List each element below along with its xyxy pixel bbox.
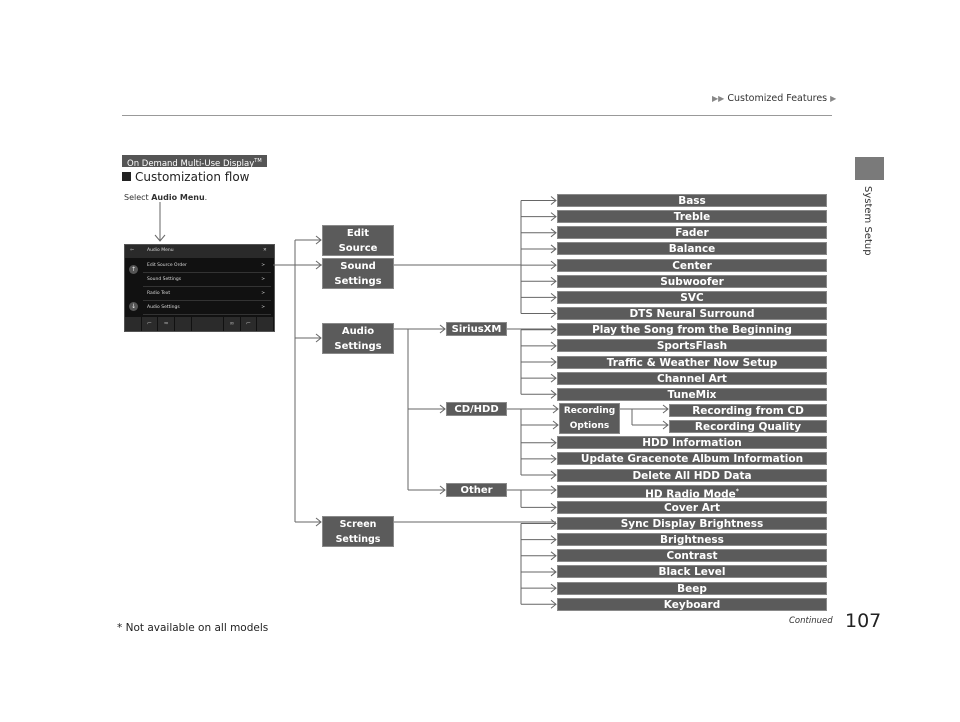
leaf-sound-item: Subwoofer (557, 274, 827, 288)
box-label: Other (460, 485, 493, 496)
box-siriusxm: SiriusXM (446, 322, 507, 336)
leaf-label: Subwoofer (660, 275, 724, 288)
leaf-screen-item: Sync Display Brightness (557, 517, 827, 530)
leaf-siriusxm-item: Traffic & Weather Now Setup (557, 355, 827, 369)
leaf-label: Traffic & Weather Now Setup (606, 356, 778, 369)
leaf-cdhdd-item: HDD Information (557, 436, 827, 450)
leaf-sound-item: DTS Neural Surround (557, 307, 827, 321)
leaf-label: Brightness (660, 534, 724, 547)
leaf-siriusxm-item: Play the Song from the Beginning (557, 323, 827, 337)
leaf-label: Contrast (666, 550, 718, 563)
leaf-screen-item: Brightness (557, 533, 827, 547)
leaf-label: Update Gracenote Album Information (580, 453, 804, 466)
leaf-siriusxm-item: Channel Art (557, 371, 827, 385)
leaf-screen-item: Black Level (557, 565, 827, 579)
leaf-screen-item: Contrast (557, 549, 827, 563)
box-label: CD/HDD (454, 404, 499, 415)
leaf-recording-item: Recording from CD (669, 403, 827, 417)
box-screen-settings: Screen Settings (322, 516, 394, 547)
leaf-label: SportsFlash (656, 340, 728, 353)
leaf-label: Black Level (658, 566, 726, 579)
leaf-cdhdd-item: Delete All HDD Data (557, 468, 827, 482)
leaf-label: HDD Information (642, 437, 742, 450)
leaf-label: Recording from CD (692, 404, 804, 417)
continued-label: Continued (789, 616, 833, 626)
leaf-cdhdd-item: Update Gracenote Album Information (557, 452, 827, 466)
box-label: Audio Settings (334, 326, 382, 352)
leaf-screen-item: Keyboard (557, 597, 827, 611)
box-label: Recording Options (563, 406, 616, 431)
box-sound-settings: Sound Settings (322, 258, 394, 289)
leaf-other-item: Cover Art (557, 500, 827, 514)
leaf-label: Recording Quality (694, 421, 802, 434)
leaf-label: HD Radio Mode (645, 488, 736, 501)
leaf-label: Treble (673, 211, 711, 224)
leaf-siriusxm-item: SportsFlash (557, 339, 827, 353)
leaf-sound-item: Center (557, 258, 827, 272)
leaf-label: Delete All HDD Data (632, 469, 752, 482)
leaf-siriusxm-item: TuneMix (557, 387, 827, 401)
leaf-label: Sync Display Brightness (620, 518, 764, 530)
leaf-label: Keyboard (663, 598, 721, 611)
footnote-mark: * (735, 487, 739, 495)
box-recording-options: Recording Options (559, 403, 620, 434)
leaf-label: Channel Art (657, 372, 727, 385)
leaf-label: TuneMix (667, 388, 717, 401)
leaf-label: Balance (668, 243, 716, 256)
box-audio-settings: Audio Settings (322, 323, 394, 354)
leaf-label: Play the Song from the Beginning (592, 324, 792, 337)
leaf-label: DTS Neural Surround (629, 308, 755, 321)
leaf-screen-item: Beep (557, 581, 827, 595)
leaf-sound-item: Treble (557, 210, 827, 224)
box-other: Other (446, 483, 507, 497)
box-edit-source-order: Edit Source Order (322, 225, 394, 269)
leaf-label: Cover Art (663, 501, 721, 514)
box-label: SiriusXM (451, 324, 502, 335)
leaf-label: Center (672, 259, 712, 272)
leaf-other-item: HD Radio Mode* (557, 484, 827, 501)
leaf-sound-item: Balance (557, 242, 827, 256)
leaf-sound-item: Fader (557, 226, 827, 240)
page-number: 107 (845, 610, 882, 632)
box-label: Sound Settings (334, 261, 382, 287)
leaf-sound-item: Bass (557, 194, 827, 207)
leaf-label: Fader (675, 227, 709, 240)
leaf-label: Bass (678, 195, 706, 207)
box-cdhdd: CD/HDD (446, 402, 507, 416)
leaf-recording-item: Recording Quality (669, 420, 827, 434)
leaf-sound-item: SVC (557, 290, 827, 304)
leaf-label: SVC (680, 291, 704, 304)
leaf-label: Beep (677, 582, 707, 595)
footnote: * Not available on all models (117, 622, 269, 634)
box-label: Screen Settings (335, 519, 381, 545)
